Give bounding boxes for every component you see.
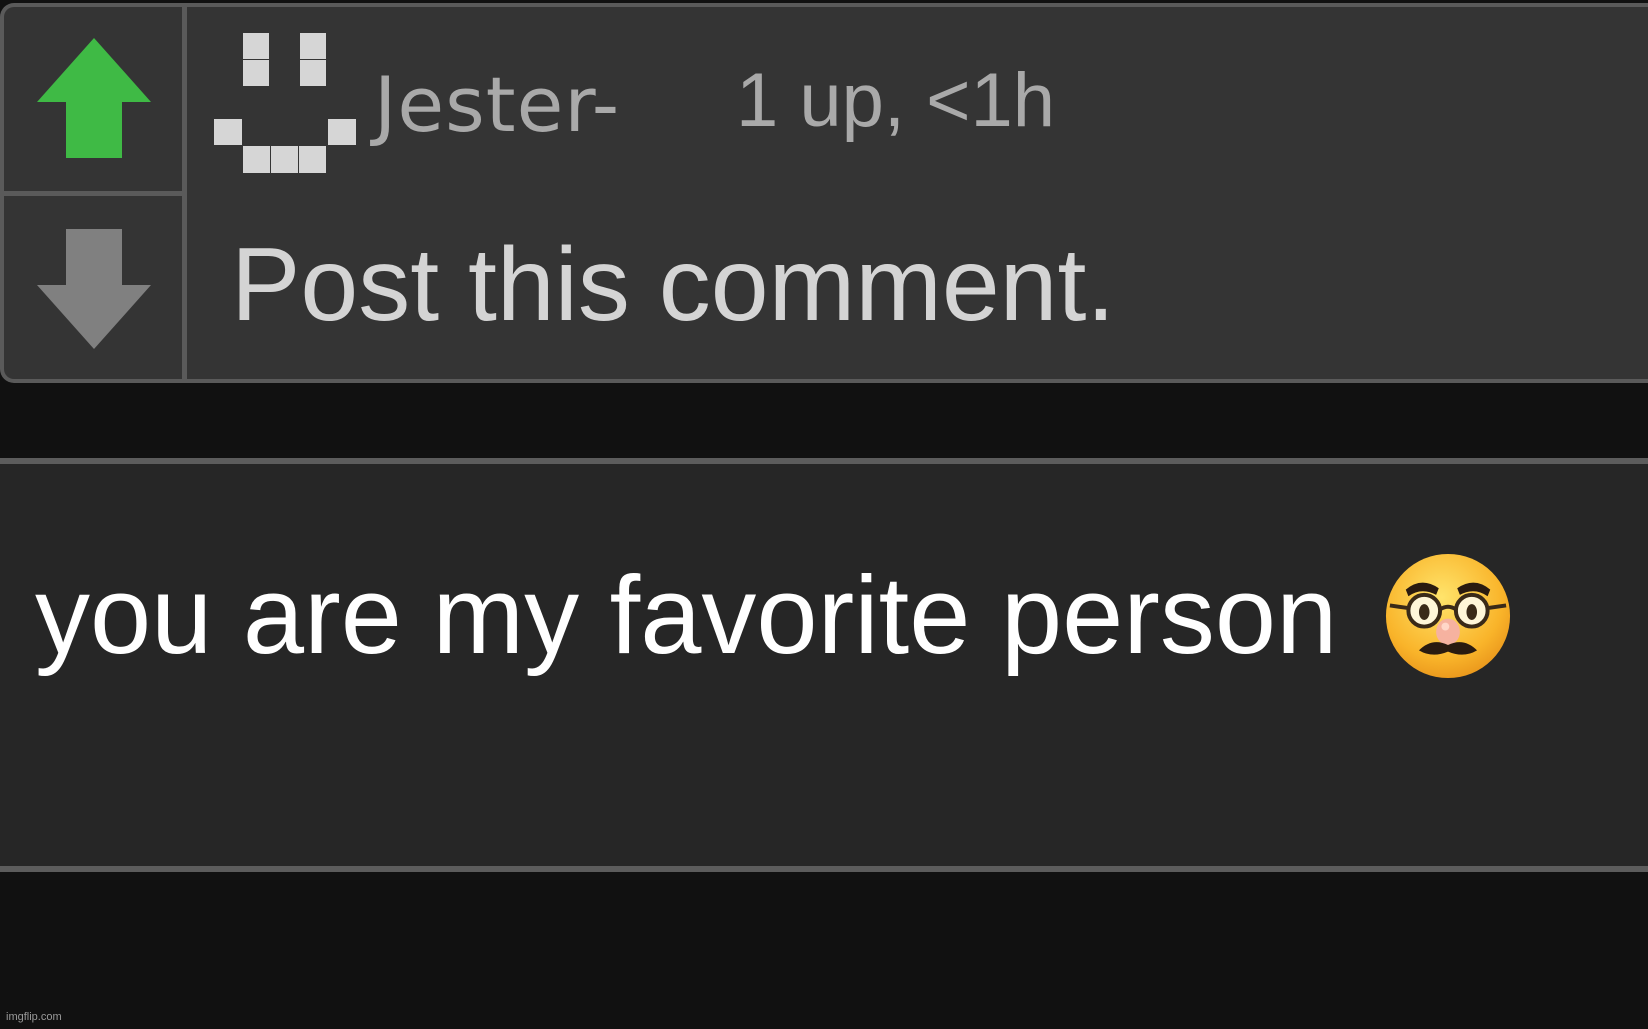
comment-meta: 1 up, <1h <box>736 58 1056 143</box>
downvote-button[interactable] <box>4 196 182 379</box>
comment-card: Jester- 1 up, <1h Post this comment. <box>0 3 1648 383</box>
reply-text: you are my favorite person <box>35 554 1338 677</box>
arrow-down-icon <box>37 229 151 349</box>
reply-input[interactable]: you are my favorite person <box>0 458 1648 872</box>
comment-header: Jester- 1 up, <1h <box>214 33 1214 183</box>
upvote-button[interactable] <box>4 7 182 196</box>
comment-body: Post this comment. <box>231 227 1116 343</box>
pixel-smiley-icon[interactable] <box>214 33 356 177</box>
disguised-face-emoji-icon <box>1385 553 1510 679</box>
arrow-up-icon <box>37 38 151 158</box>
vote-column <box>4 7 187 379</box>
username-link[interactable]: Jester- <box>374 67 620 143</box>
watermark: imgflip.com <box>6 1011 62 1023</box>
reply-content: you are my favorite person <box>35 550 1514 680</box>
